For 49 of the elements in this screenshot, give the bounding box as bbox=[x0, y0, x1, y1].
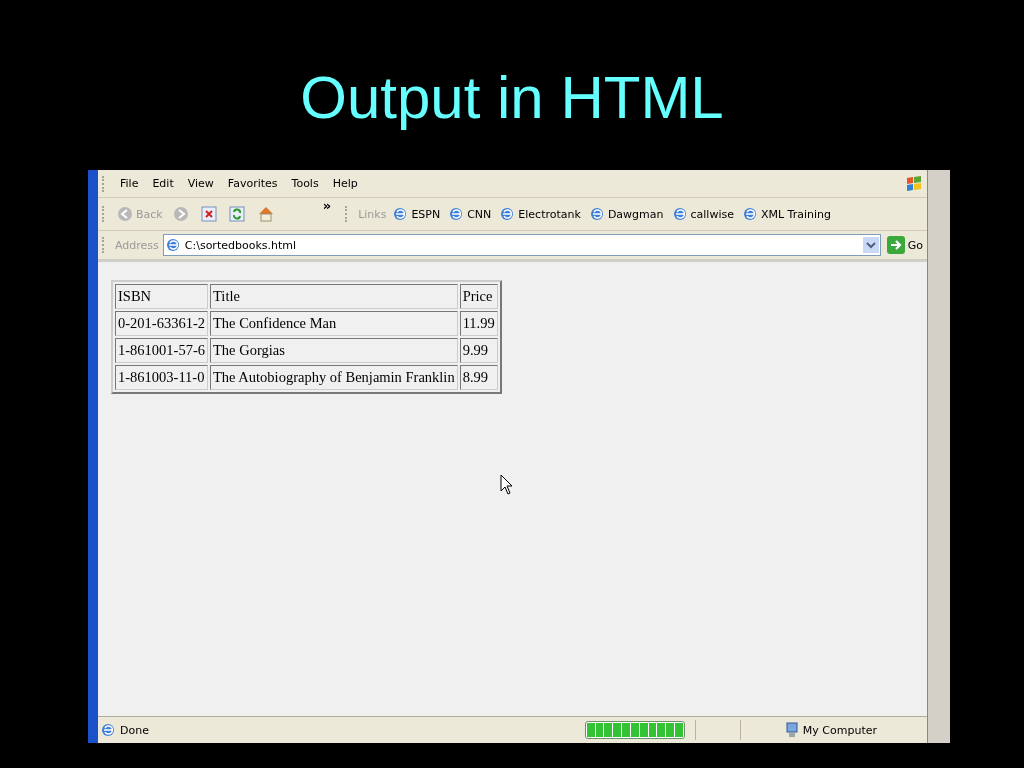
more-chevron[interactable]: » bbox=[322, 198, 332, 213]
globe-page-icon bbox=[448, 206, 465, 222]
table-cell: The Gorgias bbox=[210, 338, 458, 363]
forward-icon[interactable] bbox=[172, 206, 189, 222]
globe-page-icon bbox=[741, 206, 758, 222]
links-label: Links bbox=[358, 207, 387, 221]
status-text: Done bbox=[120, 723, 149, 737]
menu-item[interactable]: Help bbox=[327, 177, 363, 190]
link-button[interactable]: ESPN bbox=[390, 205, 443, 223]
refresh-icon[interactable] bbox=[228, 206, 245, 222]
zone-text: My Computer bbox=[802, 723, 877, 737]
menu-item[interactable]: Tools bbox=[286, 177, 324, 190]
globe-page-icon bbox=[499, 206, 516, 222]
table-cell: The Confidence Man bbox=[210, 311, 458, 336]
link-button[interactable]: XML Training bbox=[739, 205, 833, 223]
link-button[interactable]: Electrotank bbox=[497, 205, 583, 223]
address-label: Address bbox=[115, 238, 159, 252]
menu-item[interactable]: Edit bbox=[147, 177, 179, 190]
globe-page-icon bbox=[671, 206, 688, 222]
mouse-pointer-icon bbox=[500, 474, 514, 496]
globe-page-icon bbox=[164, 237, 181, 253]
menu-item[interactable]: File bbox=[115, 177, 144, 190]
table-cell: 0-201-63361-2 bbox=[115, 311, 208, 336]
column-header: Title bbox=[210, 284, 458, 309]
table-cell: 8.99 bbox=[459, 365, 498, 390]
table-cell: 11.99 bbox=[459, 311, 498, 336]
link-button[interactable]: callwise bbox=[669, 205, 736, 223]
flag-logo-icon bbox=[905, 174, 923, 193]
go-arrow-icon bbox=[886, 236, 905, 254]
table-cell: The Autobiography of Benjamin Franklin bbox=[210, 365, 458, 390]
menu-item[interactable]: View bbox=[182, 177, 219, 190]
link-button[interactable]: Dawgman bbox=[586, 205, 666, 223]
menu-item[interactable]: Favorites bbox=[222, 177, 283, 190]
dropdown-caret-icon[interactable] bbox=[862, 237, 879, 253]
globe-page-icon bbox=[588, 206, 605, 222]
go-button[interactable]: Go bbox=[884, 235, 925, 255]
table-cell: 1-861001-57-6 bbox=[115, 338, 208, 363]
scrollbar-track[interactable] bbox=[927, 170, 950, 743]
address-field[interactable]: C:\sortedbooks.html bbox=[162, 234, 881, 256]
stop-icon[interactable] bbox=[200, 206, 217, 222]
link-button[interactable]: CNN bbox=[446, 205, 494, 223]
globe-page-icon bbox=[392, 206, 409, 222]
computer-icon bbox=[784, 722, 799, 738]
slide-title: Output in HTML bbox=[300, 63, 724, 133]
table-cell: 1-861003-11-0 bbox=[115, 365, 208, 390]
page-icon bbox=[100, 722, 116, 738]
column-header: ISBN bbox=[115, 284, 208, 309]
column-header: Price bbox=[459, 284, 498, 309]
table-cell: 9.99 bbox=[459, 338, 498, 363]
